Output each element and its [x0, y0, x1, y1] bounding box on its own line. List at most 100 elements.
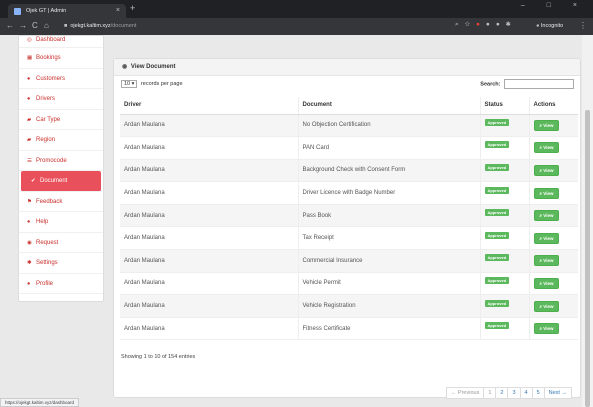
new-tab-button[interactable]: +	[130, 3, 135, 13]
url-field[interactable]: ■ ojekgt.kaltim.xyz/document	[56, 21, 476, 32]
view-label: View	[543, 280, 554, 286]
search-icon: ⌕	[539, 235, 543, 241]
document-cell: Driver Licence with Badge Number	[297, 181, 480, 205]
browser-menu-icon[interactable]: ⋮	[579, 21, 587, 30]
sidebar-item-profile[interactable]: ● Profile	[19, 274, 103, 294]
view-button[interactable]: ⌕ View	[533, 119, 560, 131]
search-icon: ⌕	[539, 258, 543, 264]
view-label: View	[543, 235, 554, 241]
column-header-actions[interactable]: Actions	[528, 97, 578, 115]
favicon-icon	[14, 8, 21, 15]
sidebar-item-region[interactable]: ▰ Region	[19, 130, 103, 151]
search-input[interactable]	[504, 79, 574, 89]
scrollbar-thumb[interactable]	[585, 110, 590, 407]
sidebar-item-promocode[interactable]: ☰ Promocode	[19, 151, 103, 171]
status-badge: Approved	[484, 163, 510, 171]
user-icon: ●	[27, 96, 31, 102]
tab-close-icon[interactable]: ×	[116, 4, 120, 18]
sidebar-item-label: Help	[36, 219, 49, 225]
driver-cell: Ardan Maulana	[120, 159, 298, 183]
page-scrollbar[interactable]	[582, 35, 593, 407]
status-badge: Approved	[484, 186, 510, 194]
view-label: View	[543, 190, 554, 196]
document-cell: No Objection Certification	[297, 114, 480, 138]
view-button[interactable]: ⌕ View	[533, 187, 560, 199]
sidebar-item-label: Dashboard	[36, 37, 66, 43]
user-icon: ●	[27, 280, 31, 287]
table-row: Ardan Maulana Pass Book Approved ⌕ View	[120, 204, 578, 228]
view-button[interactable]: ⌕ View	[533, 300, 560, 312]
view-button[interactable]: ⌕ View	[533, 323, 560, 335]
status-badge: Approved	[484, 299, 510, 307]
zoom-icon[interactable]: ⌕	[455, 21, 465, 28]
incognito-label: Incognito	[540, 23, 564, 29]
sidebar-item-label: Region	[36, 137, 56, 143]
search-icon: ⌕	[539, 145, 543, 151]
sidebar-item-drivers[interactable]: ● Drivers	[19, 89, 103, 110]
sidebar-item-help[interactable]: ● Help	[19, 212, 103, 233]
view-button[interactable]: ⌕ View	[533, 164, 560, 176]
puzzle-icon[interactable]: ✱	[506, 21, 517, 28]
column-header-status[interactable]: Status	[479, 97, 529, 115]
driver-cell: Ardan Maulana	[120, 249, 298, 273]
sidebar-item-settings[interactable]: ✱ Settings	[19, 253, 103, 274]
back-arrow-icon[interactable]: ←	[6, 21, 14, 30]
chevron-down-icon: ▾	[131, 81, 135, 87]
sidebar-item-dashboard[interactable]: ◎ Dashboard	[19, 36, 103, 48]
forward-arrow-icon[interactable]: →	[19, 21, 27, 30]
view-button[interactable]: ⌕ View	[533, 210, 560, 222]
browser-tab[interactable]: Ojek GT | Admin ×	[8, 4, 126, 18]
status-cell: Approved	[479, 114, 529, 138]
column-header-driver[interactable]: Driver	[120, 97, 298, 115]
view-button[interactable]: ⌕ View	[533, 277, 560, 289]
user-icon: ●	[27, 75, 31, 82]
window-controls[interactable]: – □ ×	[521, 2, 587, 9]
view-button[interactable]: ⌕ View	[533, 142, 560, 154]
star-icon[interactable]: ☆	[465, 21, 476, 28]
home-icon[interactable]: ⌂	[44, 21, 49, 30]
sidebar-item-label: Feedback	[36, 198, 63, 205]
next-page-button[interactable]: Next →	[543, 387, 572, 399]
document-cell: Commercial Insurance	[297, 249, 480, 273]
status-badge: Approved	[484, 141, 510, 149]
car-icon: ▰	[27, 116, 32, 123]
document-cell: Fitness Certificate	[297, 317, 480, 341]
panel-header: ◉ View Document	[114, 59, 580, 76]
calendar-icon: ▦	[27, 55, 33, 61]
extension-icon[interactable]: ●	[476, 21, 486, 28]
sidebar-item-label: Settings	[36, 260, 58, 266]
actions-cell: ⌕ View	[528, 136, 578, 160]
status-cell: Approved	[479, 136, 529, 160]
incognito-badge[interactable]: ◕ Incognito	[536, 21, 563, 31]
driver-cell: Ardan Maulana	[120, 181, 298, 205]
view-button[interactable]: ⌕ View	[533, 232, 560, 244]
sidebar-item-bookings[interactable]: ▦ Bookings	[19, 48, 103, 69]
sidebar-item-request[interactable]: ◉ Request	[19, 233, 103, 253]
entries-info: Showing 1 to 10 of 154 entries	[121, 354, 196, 360]
user-icon: ●	[27, 219, 31, 225]
extension-icon[interactable]: ●	[486, 21, 496, 28]
extension-icon[interactable]: ●	[496, 21, 506, 28]
per-page-select[interactable]: 10 ▾	[121, 80, 138, 88]
status-cell: Approved	[479, 317, 529, 341]
table-row: Ardan Maulana Background Check with Conse…	[120, 159, 578, 183]
list-icon: ☰	[27, 157, 32, 164]
address-bar: ← → C ⌂ ■ ojekgt.kaltim.xyz/document ⌕☆●●…	[0, 18, 593, 35]
eye-icon: ◉	[122, 64, 128, 70]
status-badge: Approved	[484, 322, 510, 330]
table-row: Ardan Maulana PAN Card Approved ⌕ View	[120, 136, 578, 160]
column-header-document[interactable]: Document	[297, 97, 480, 115]
document-cell: Vehicle Registration	[297, 294, 480, 318]
request-icon: ◉	[27, 239, 32, 246]
sidebar-item-customers[interactable]: ● Customers	[19, 69, 103, 89]
sidebar-item-car-type[interactable]: ▰ Car Type	[19, 110, 103, 130]
toolbar-icons[interactable]: ⌕☆●●●✱	[455, 21, 517, 29]
table-header-row: Driver Document Status Actions	[120, 97, 578, 115]
sidebar-item-document[interactable]: ✔ Document	[21, 171, 101, 192]
sidebar-item-feedback[interactable]: ⚑ Feedback	[19, 192, 103, 212]
reload-icon[interactable]: C	[32, 21, 38, 30]
view-button[interactable]: ⌕ View	[533, 255, 560, 267]
page-numbers: 12345	[483, 387, 545, 399]
prev-page-button[interactable]: ← Previous	[445, 387, 485, 399]
status-cell: Approved	[479, 181, 529, 205]
